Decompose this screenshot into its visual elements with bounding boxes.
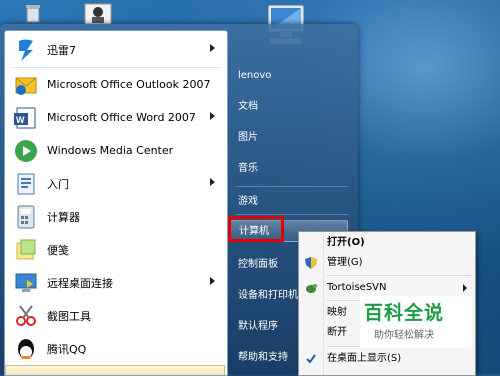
shield-icon: [305, 257, 317, 269]
thunder-icon: [13, 37, 39, 63]
program-remote-desktop[interactable]: 远程桌面连接: [5, 266, 225, 299]
program-outlook[interactable]: Microsoft Office Outlook 2007: [5, 68, 225, 101]
place-pictures[interactable]: 图片: [230, 127, 348, 149]
ctx-tortoisesvn-label: TortoiseSVN: [327, 282, 387, 293]
watermark: 百科全说 助你轻松解决: [360, 296, 472, 348]
place-documents[interactable]: 文档: [230, 96, 348, 118]
chevron-right-icon: [210, 44, 215, 52]
ctx-tortoisesvn[interactable]: TortoiseSVN: [299, 278, 475, 298]
snipping-tool-icon: [13, 303, 39, 329]
program-label: Microsoft Office Word 2007: [47, 111, 196, 124]
program-label: 远程桌面连接: [47, 276, 113, 290]
ctx-open-label: 打开(O): [327, 237, 365, 248]
chevron-right-icon: [210, 112, 215, 120]
programs-list: 迅雷7 Microsoft Office Outlook 2007 W Micr…: [4, 30, 228, 376]
place-user[interactable]: lenovo: [230, 65, 348, 87]
program-label: 截图工具: [47, 309, 91, 323]
remote-desktop-icon: [13, 270, 39, 296]
calculator-icon: [13, 204, 39, 230]
program-getting-started[interactable]: 入门: [5, 167, 225, 200]
ctx-show-on-desktop-label: 在桌面上显示(S): [327, 353, 402, 364]
chevron-right-icon: [210, 277, 215, 285]
ctx-manage[interactable]: 管理(G): [299, 253, 475, 273]
place-games[interactable]: 游戏: [230, 191, 348, 213]
program-label: Microsoft Office Outlook 2007: [47, 78, 211, 91]
ctx-map-drive-label: 映射: [327, 307, 347, 318]
word-icon: W: [13, 105, 39, 131]
ctx-show-on-desktop[interactable]: 在桌面上显示(S): [299, 349, 475, 369]
program-thunder[interactable]: 迅雷7: [5, 33, 225, 66]
all-programs-hint[interactable]: [5, 365, 225, 375]
watermark-title: 百科全说: [364, 302, 445, 324]
program-label: 入门: [47, 177, 69, 191]
ctx-disconnect-label: 断开: [327, 327, 347, 338]
ctx-open[interactable]: 打开(O): [299, 233, 475, 253]
program-qq[interactable]: 腾讯QQ: [5, 332, 225, 365]
watermark-subtitle: 助你轻松解决: [374, 330, 434, 341]
checkmark-icon: [305, 353, 317, 365]
divider: [236, 186, 348, 187]
program-media-center[interactable]: Windows Media Center: [5, 134, 225, 167]
ctx-manage-label: 管理(G): [327, 257, 363, 268]
place-music[interactable]: 音乐: [230, 158, 348, 180]
user-folder-icon[interactable]: [84, 2, 112, 25]
qq-icon: [13, 336, 39, 362]
chevron-right-icon: [210, 178, 215, 186]
program-sticky-notes[interactable]: 便笺: [5, 233, 225, 266]
program-label: 计算器: [47, 210, 80, 224]
program-snipping-tool[interactable]: 截图工具: [5, 299, 225, 332]
tortoise-icon: [305, 282, 317, 294]
program-calculator[interactable]: 计算器: [5, 200, 225, 233]
getting-started-icon: [13, 171, 39, 197]
program-label: Windows Media Center: [47, 144, 174, 157]
media-center-icon: [13, 138, 39, 164]
recycle-bin-icon[interactable]: [22, 2, 44, 24]
program-word[interactable]: W Microsoft Office Word 2007: [5, 101, 225, 134]
divider: [327, 275, 471, 276]
divider: [236, 214, 348, 215]
chevron-right-icon: [463, 284, 467, 292]
program-label: 便笺: [47, 243, 69, 257]
sticky-notes-icon: [13, 237, 39, 263]
highlight-box: [228, 216, 284, 242]
outlook-icon: [13, 72, 39, 98]
program-label: 迅雷7: [47, 43, 76, 57]
svg-text:W: W: [16, 115, 25, 125]
program-label: 腾讯QQ: [47, 342, 87, 356]
